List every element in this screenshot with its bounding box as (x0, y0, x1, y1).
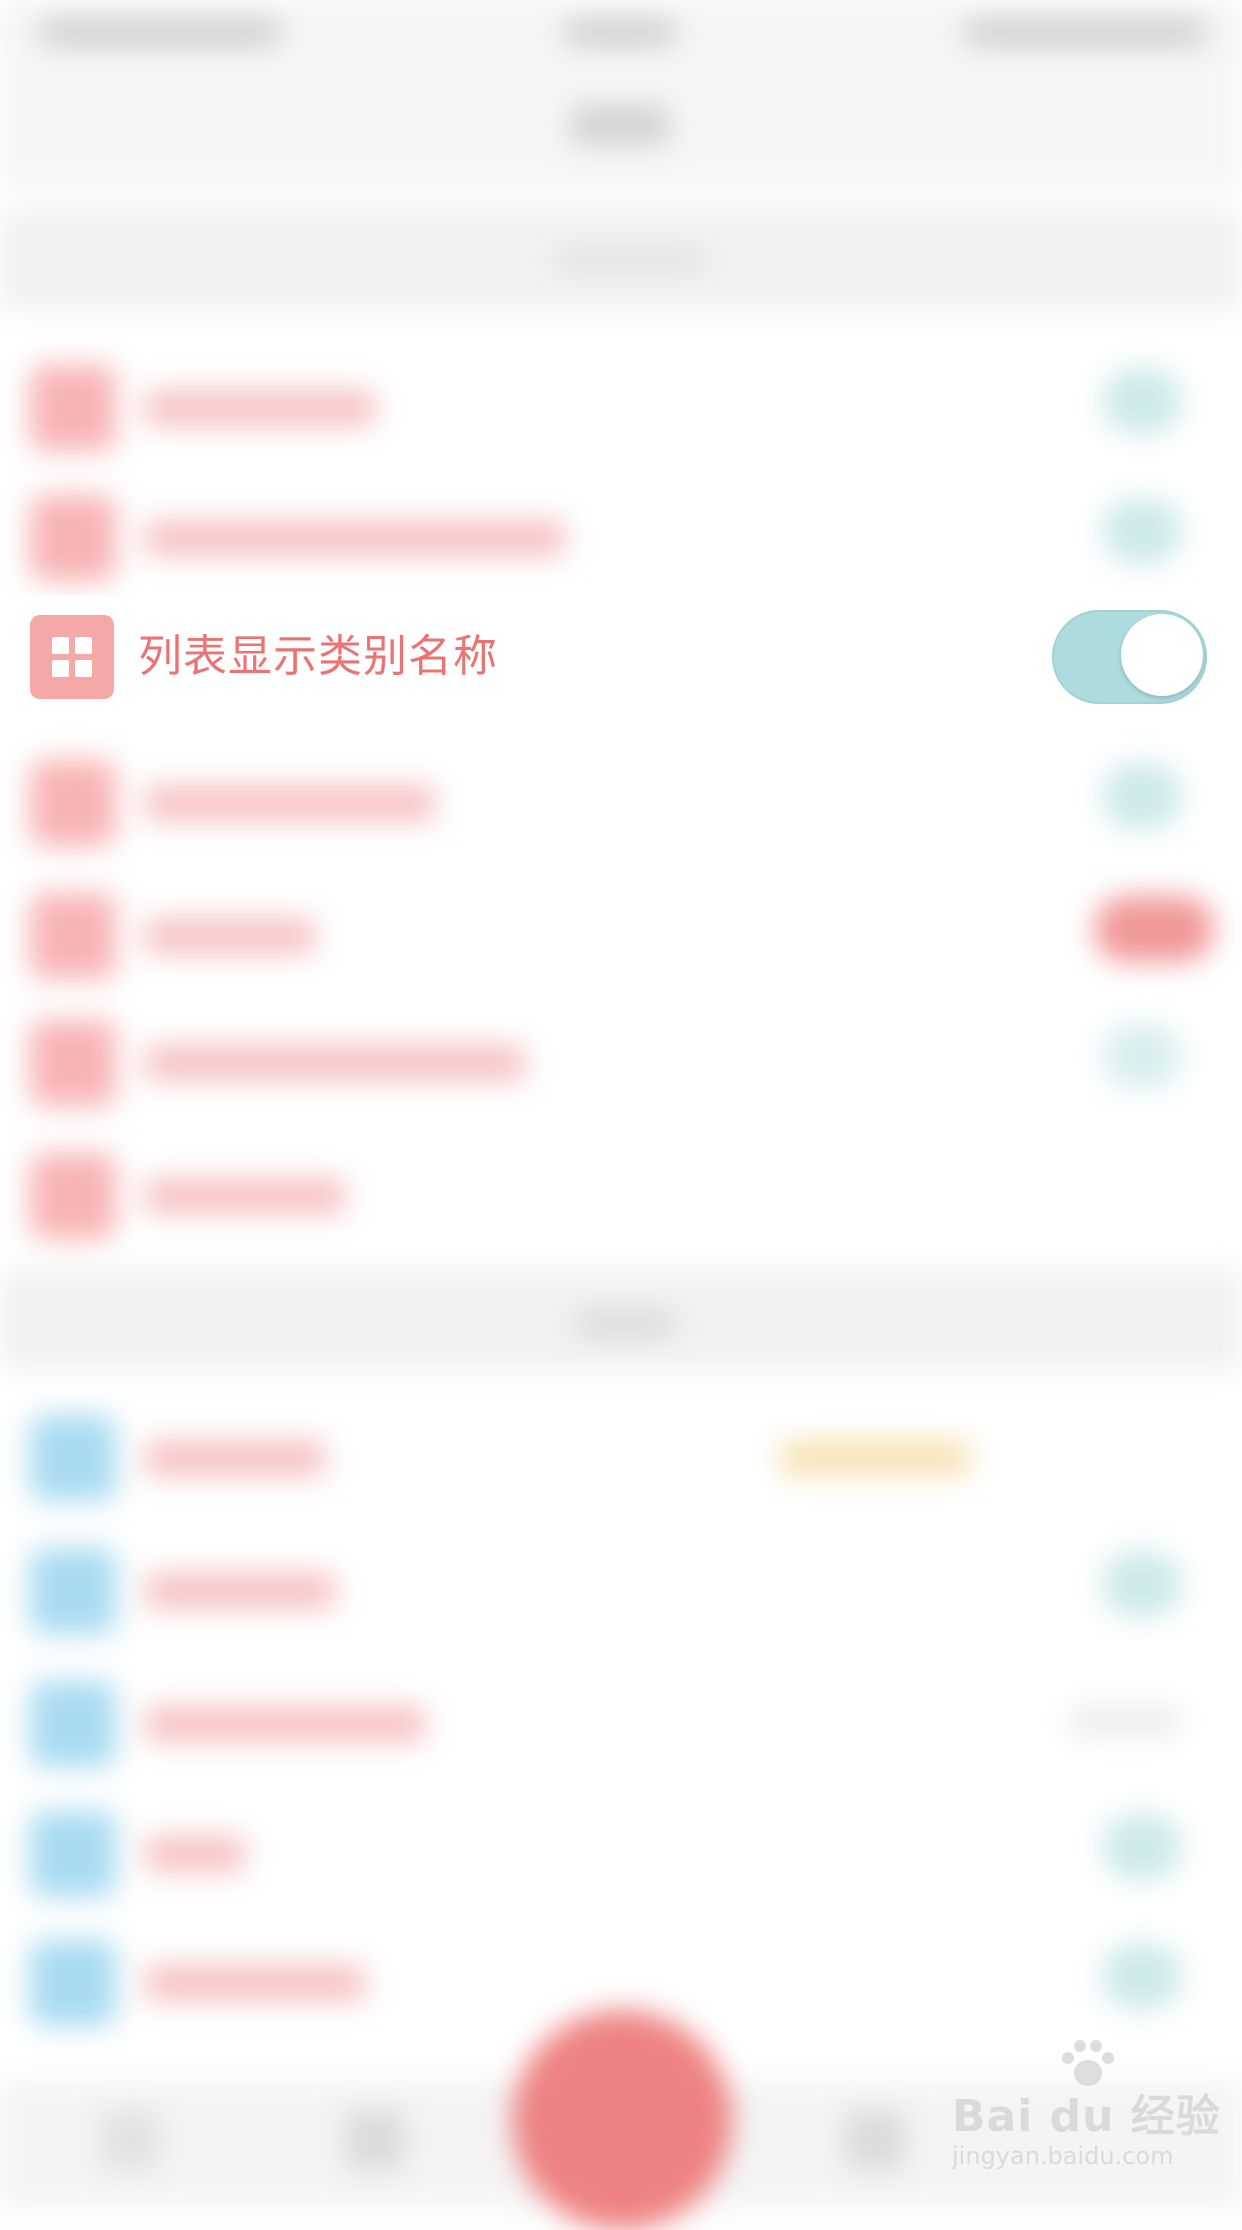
section-header (0, 1270, 1242, 1370)
toggle-knob (1121, 614, 1203, 696)
status-bar (0, 0, 1242, 60)
setting-label: 列表显示类别名称 (138, 631, 498, 682)
list-item (0, 725, 1242, 855)
blurred-background (0, 0, 1242, 2230)
list-item (0, 1776, 1242, 1906)
list-item (0, 858, 1242, 988)
grid-icon (30, 615, 114, 699)
list-item (0, 1118, 1242, 1248)
list-item (0, 1646, 1242, 1776)
list-item (0, 460, 1242, 590)
list-item (0, 1380, 1242, 1510)
list-item (0, 985, 1242, 1115)
list-item (0, 1513, 1242, 1643)
nav-bar (0, 60, 1242, 190)
setting-row-show-category-names[interactable]: 列表显示类别名称 (0, 595, 1242, 720)
add-fab-button (512, 2010, 732, 2230)
section-header (0, 210, 1242, 310)
watermark-url: jingyan.baidu.com (952, 2142, 1174, 2170)
list-item (0, 330, 1242, 460)
show-category-names-toggle[interactable] (1052, 610, 1207, 704)
watermark-logo: Bai du 经验 (952, 2091, 1221, 2142)
